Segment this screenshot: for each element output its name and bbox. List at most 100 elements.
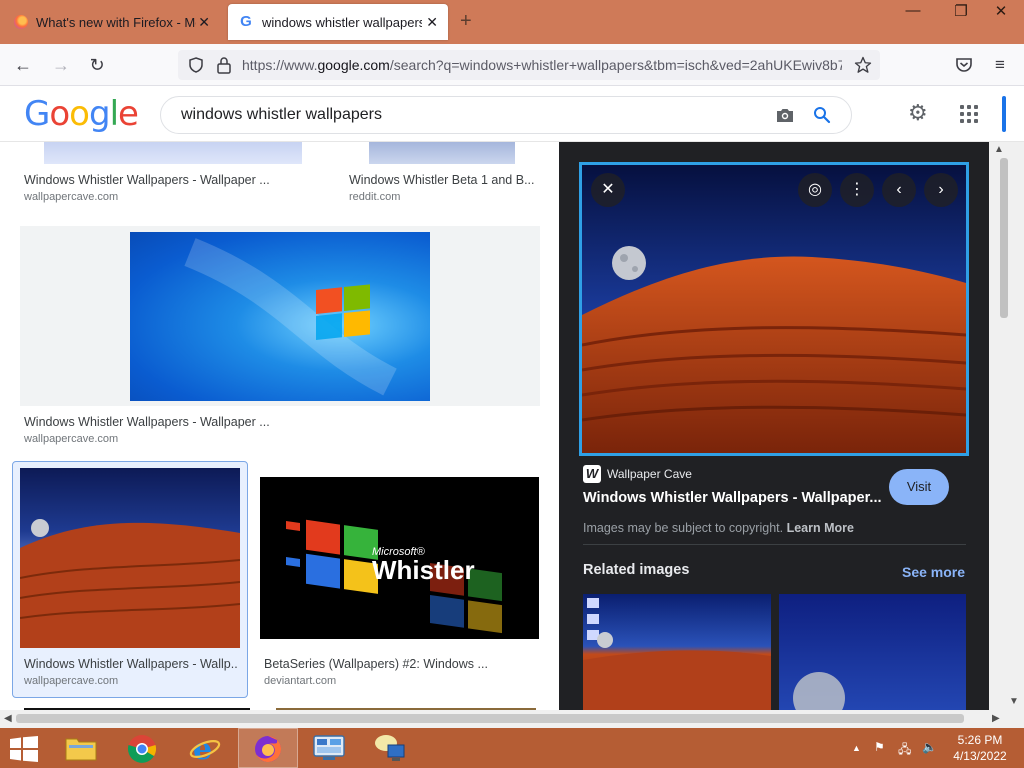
shield-icon[interactable] <box>188 57 204 73</box>
firefox-icon <box>255 736 281 762</box>
back-arrow-icon[interactable]: ← <box>12 54 34 76</box>
see-more-link[interactable]: See more <box>902 564 965 580</box>
divider <box>583 544 966 545</box>
minimize-window-icon[interactable]: — <box>898 2 928 19</box>
bookmark-star-icon[interactable] <box>854 56 872 74</box>
next-image-icon[interactable]: › <box>924 173 958 207</box>
scroll-down-arrow-icon[interactable]: ▼ <box>1009 696 1019 707</box>
scroll-left-arrow-icon[interactable]: ◀ <box>4 713 12 724</box>
logo-letter: o <box>69 94 90 134</box>
hamburger-menu-icon[interactable]: ≡ <box>989 54 1011 76</box>
image-preview-panel: ✕ ◎ ⋮ ‹ › W Wallpaper Cave Windows Whist… <box>559 142 989 710</box>
close-window-icon[interactable]: ✕ <box>986 2 1016 20</box>
related-image-1[interactable] <box>583 594 771 710</box>
whistler-flag-logo: Microsoft® Whistler <box>286 519 502 634</box>
image-results-grid: Windows Whistler Wallpapers - Wallpaper … <box>0 142 559 710</box>
result-image-1[interactable] <box>44 142 302 164</box>
taskbar-internet-explorer[interactable]: e <box>175 728 235 768</box>
pocket-icon[interactable] <box>955 57 973 73</box>
action-center-flag-icon[interactable]: ⚑ <box>874 740 885 754</box>
desktop-icons-image <box>583 598 771 710</box>
related-images-heading: Related images <box>583 562 690 578</box>
volume-muted-icon[interactable]: 🔈 <box>922 740 937 754</box>
windows-start-icon[interactable] <box>10 736 38 762</box>
taskbar-firefox[interactable] <box>238 728 298 768</box>
tab-title: windows whistler wallpapers - G <box>262 14 422 30</box>
forward-arrow-icon[interactable]: → <box>50 54 72 76</box>
logo-letter: e <box>118 94 139 134</box>
taskbar-control-panel[interactable] <box>300 728 360 768</box>
account-indicator[interactable] <box>1002 96 1006 132</box>
taskbar-remote-desktop[interactable] <box>360 728 420 768</box>
google-favicon-icon: G <box>240 13 252 30</box>
search-box[interactable]: windows whistler wallpapers <box>160 96 852 134</box>
lens-search-icon[interactable]: ◎ <box>798 173 832 207</box>
result-title[interactable]: Windows Whistler Wallpapers - Wallp... <box>24 657 238 671</box>
logo-letter: g <box>88 94 111 134</box>
logo-letter: G <box>24 94 50 134</box>
internet-explorer-icon: e <box>189 733 221 763</box>
more-options-icon[interactable]: ⋮ <box>840 173 874 207</box>
preview-title[interactable]: Windows Whistler Wallpapers - Wallpaper.… <box>583 490 883 506</box>
related-image-2[interactable] <box>779 594 966 710</box>
tab-firefox-whats-new[interactable]: What's new with Firefox - More ✕ <box>4 4 220 40</box>
result-image-3[interactable] <box>130 232 430 401</box>
result-title[interactable]: BetaSeries (Wallpapers) #2: Windows ... <box>264 657 524 671</box>
close-tab-icon[interactable]: ✕ <box>198 14 210 30</box>
windows-logo-icon <box>184 238 397 396</box>
logo-letter: l <box>109 94 120 134</box>
navigation-toolbar: ← → ↻ https://www.google.com/search?q=wi… <box>0 44 1024 86</box>
system-clock[interactable]: 5:26 PM 4/13/2022 <box>952 732 1008 764</box>
scroll-right-arrow-icon[interactable]: ▶ <box>992 713 1000 724</box>
close-preview-icon[interactable]: ✕ <box>591 173 625 207</box>
settings-gear-icon[interactable]: ⚙ <box>908 100 928 126</box>
result-source: reddit.com <box>349 191 401 203</box>
google-apps-grid-icon[interactable] <box>960 105 978 123</box>
remote-desktop-icon <box>375 735 405 761</box>
windows-taskbar: e ▲ ⚑ 🖧 🔈 5:26 PM 4/13/2022 <box>0 728 1024 768</box>
lock-icon[interactable] <box>216 56 232 74</box>
result-image-4-desert-dune[interactable] <box>20 468 240 648</box>
preview-source[interactable]: W Wallpaper Cave <box>583 464 692 484</box>
close-tab-icon[interactable]: ✕ <box>426 14 438 30</box>
clock-time: 5:26 PM <box>957 733 1003 747</box>
taskbar-chrome[interactable] <box>113 728 173 768</box>
horizontal-scrollbar-thumb[interactable] <box>16 714 964 723</box>
search-icon[interactable] <box>813 106 831 124</box>
moon-image <box>793 672 845 710</box>
scroll-up-arrow-icon[interactable]: ▲ <box>994 144 1004 155</box>
previous-image-icon[interactable]: ‹ <box>882 173 916 207</box>
browser-tab-bar: What's new with Firefox - More ✕ G windo… <box>0 0 1024 44</box>
preview-image[interactable] <box>579 162 969 456</box>
search-input[interactable]: windows whistler wallpapers <box>181 106 382 124</box>
control-panel-icon <box>313 735 345 760</box>
vertical-scrollbar-thumb[interactable] <box>1000 158 1008 318</box>
result-image-5-whistler-logo[interactable]: Microsoft® Whistler <box>260 477 539 639</box>
tab-google-search[interactable]: G windows whistler wallpapers - G ✕ <box>228 4 448 40</box>
result-title[interactable]: Windows Whistler Wallpapers - Wallpaper … <box>24 173 284 187</box>
show-hidden-icons-chevron-icon[interactable]: ▲ <box>852 743 861 753</box>
google-logo[interactable]: Google <box>24 94 139 134</box>
url-text[interactable]: https://www.google.com/search?q=windows+… <box>242 57 842 73</box>
folder-icon <box>65 738 97 761</box>
taskbar-file-explorer[interactable] <box>52 728 112 768</box>
wallpaper-cave-favicon-icon: W <box>583 465 601 483</box>
new-tab-plus-icon[interactable]: + <box>460 10 472 33</box>
copyright-notice: Images may be subject to copyright. Lear… <box>583 521 854 535</box>
result-image-2[interactable] <box>369 142 515 164</box>
result-source: deviantart.com <box>264 675 337 687</box>
desert-dune-image <box>20 519 240 648</box>
camera-search-icon[interactable] <box>775 106 795 124</box>
result-title[interactable]: Windows Whistler Beta 1 and B... <box>349 173 539 187</box>
restore-window-icon[interactable]: ❐ <box>946 2 976 20</box>
address-bar[interactable]: https://www.google.com/search?q=windows+… <box>178 50 880 80</box>
learn-more-link[interactable]: Learn More <box>787 521 854 535</box>
logo-letter: o <box>49 94 70 134</box>
result-title[interactable]: Windows Whistler Wallpapers - Wallpaper … <box>24 415 284 429</box>
preview-source-name[interactable]: Wallpaper Cave <box>607 467 692 481</box>
reload-icon[interactable]: ↻ <box>86 54 108 76</box>
firefox-favicon-icon <box>14 15 28 29</box>
desert-dune-image <box>582 165 966 453</box>
network-icon[interactable]: 🖧 <box>898 740 911 761</box>
visit-button[interactable]: Visit <box>889 469 949 505</box>
